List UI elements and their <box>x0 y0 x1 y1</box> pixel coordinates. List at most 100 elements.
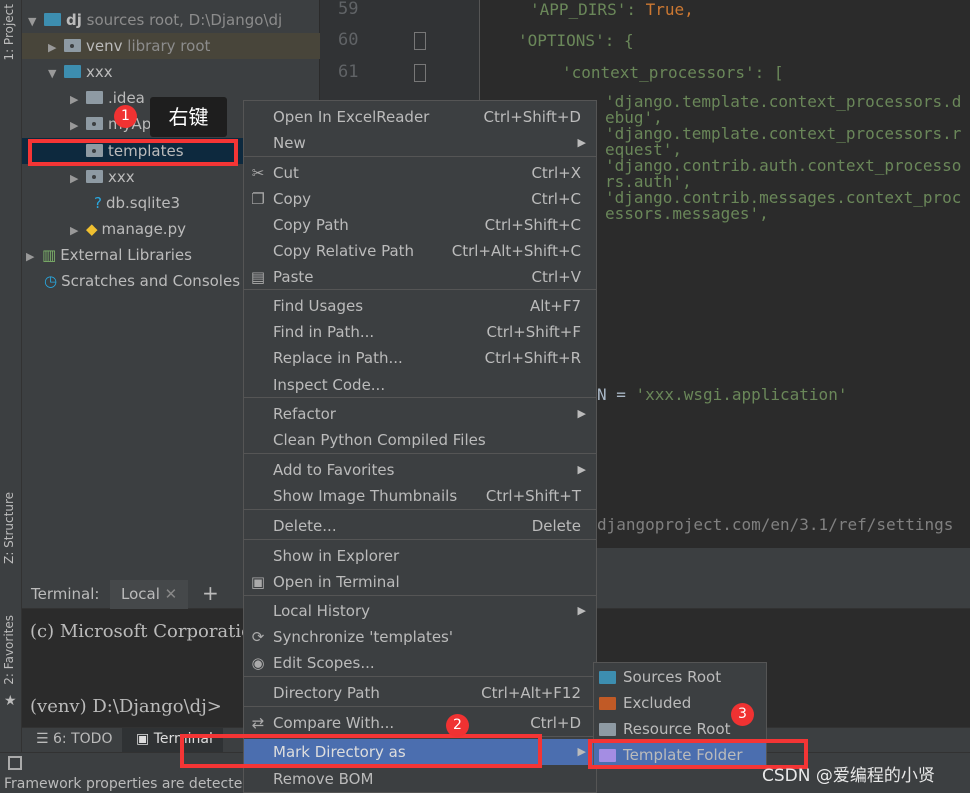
menu-item-find-usages[interactable]: Find Usages Alt+F7 <box>244 293 596 319</box>
menu-item-delete[interactable]: Delete... Delete <box>244 513 596 539</box>
menu-item-clean-python-compiled-files[interactable]: Clean Python Compiled Files <box>244 427 596 453</box>
menu-item-label: Find in Path... <box>273 323 375 341</box>
annotation-box-templates <box>28 139 238 166</box>
chevron-right-icon[interactable]: ▶ <box>70 218 86 244</box>
scope-icon: ◉ <box>251 654 265 672</box>
tree-item-venv[interactable]: ▶ venv library root <box>48 33 210 59</box>
new-terminal-button[interactable]: + <box>202 581 219 605</box>
tree-item-idea[interactable]: ▶ .idea <box>70 85 145 111</box>
menu-item-label: Show Image Thumbnails <box>273 487 458 505</box>
tree-item-scratches[interactable]: ◷ Scratches and Consoles <box>44 268 240 294</box>
fold-icon[interactable] <box>414 32 426 50</box>
left-tool-strip: 1: Project Z: Structure 2: Favorites ★ <box>0 0 22 793</box>
menu-item-copy-relative-path[interactable]: Copy Relative Path Ctrl+Alt+Shift+C <box>244 238 596 264</box>
menu-item-local-history[interactable]: Local History ▶ <box>244 598 596 624</box>
menu-item-paste[interactable]: ▤ Paste Ctrl+V <box>244 264 596 290</box>
code-line: 'django.template.context_processors.requ… <box>605 124 962 159</box>
watermark: CSDN @爱编程的小贤 <box>762 766 935 786</box>
menu-item-refactor[interactable]: Refactor ▶ <box>244 401 596 427</box>
menu-item-show-in-explorer[interactable]: Show in Explorer <box>244 543 596 569</box>
submenu-arrow-icon: ▶ <box>577 407 586 420</box>
python-file-icon: ◆ <box>86 220 98 238</box>
menu-item-shortcut: Ctrl+Shift+R <box>484 349 581 367</box>
terminal-icon: ▣ <box>250 573 266 591</box>
submenu-arrow-icon: ▶ <box>577 604 586 617</box>
menu-item-shortcut: Ctrl+X <box>531 164 581 182</box>
chevron-down-icon[interactable]: ▼ <box>28 9 44 35</box>
window-icon[interactable] <box>8 756 22 770</box>
chevron-right-icon[interactable]: ▶ <box>70 87 86 113</box>
tree-item-manage[interactable]: ▶ ◆ manage.py <box>70 216 186 242</box>
compare-icon: ⇄ <box>251 714 265 732</box>
folder-icon <box>64 39 81 52</box>
menu-item-replace-in-path[interactable]: Replace in Path... Ctrl+Shift+R <box>244 345 596 371</box>
terminal-label: Terminal: <box>31 585 100 603</box>
menu-item-directory-path[interactable]: Directory Path Ctrl+Alt+F12 <box>244 680 596 706</box>
folder-icon <box>86 117 103 130</box>
close-icon[interactable]: ✕ <box>165 585 178 603</box>
menu-item-show-image-thumbnails[interactable]: Show Image Thumbnails Ctrl+Shift+T <box>244 483 596 509</box>
folder-icon <box>86 91 103 104</box>
tree-label: xxx <box>108 168 135 186</box>
tab-structure[interactable]: Z: Structure <box>2 492 16 564</box>
menu-item-shortcut: Ctrl+Shift+C <box>484 216 581 234</box>
menu-item-label: Paste <box>273 268 314 286</box>
menu-item-find-in-path[interactable]: Find in Path... Ctrl+Shift+F <box>244 319 596 345</box>
menu-separator <box>244 509 596 510</box>
tree-item-xxx-sub[interactable]: ▶ xxx <box>70 164 135 190</box>
chevron-right-icon[interactable]: ▶ <box>70 166 86 192</box>
menu-item-inspect-code[interactable]: Inspect Code... <box>244 372 596 398</box>
menu-item-label: Refactor <box>273 405 336 423</box>
fold-icon[interactable] <box>414 64 426 82</box>
menu-item-label: Show in Explorer <box>273 547 400 565</box>
tree-item-external-libraries[interactable]: ▶ ▥ External Libraries <box>26 242 192 268</box>
folder-icon <box>599 671 616 684</box>
code-line: 'django.template.context_processors.debu… <box>605 92 962 127</box>
chevron-right-icon[interactable]: ▶ <box>48 35 64 61</box>
menu-item-add-to-favorites[interactable]: Add to Favorites ▶ <box>244 457 596 483</box>
chevron-down-icon[interactable]: ▼ <box>48 61 64 87</box>
menu-separator <box>244 156 596 157</box>
menu-item-label: Add to Favorites <box>273 461 395 479</box>
menu-item-label: Copy <box>273 190 312 208</box>
menu-separator <box>244 539 596 540</box>
tree-label: venv <box>86 37 123 55</box>
submenu-item-sources-root[interactable]: Sources Root <box>594 664 766 690</box>
scissors-icon: ✂ <box>251 164 265 182</box>
menu-item-synchronize-templates[interactable]: ⟳ Synchronize 'templates' <box>244 624 596 650</box>
tree-item-dj[interactable]: ▼ dj sources root, D:\Django\dj <box>28 7 282 33</box>
step-badge: 3 <box>731 703 754 726</box>
menu-item-open-in-excelreader[interactable]: Open In ExcelReader Ctrl+Shift+D <box>244 104 596 130</box>
chevron-right-icon[interactable]: ▶ <box>70 113 86 139</box>
menu-item-label: Remove BOM <box>273 770 374 788</box>
folder-icon <box>599 697 616 710</box>
terminal-tab-local[interactable]: Local ✕ <box>110 580 188 609</box>
submenu-arrow-icon: ▶ <box>577 463 586 476</box>
menu-item-label: Clean Python Compiled Files <box>273 431 486 449</box>
step-badge: 1 <box>114 105 137 128</box>
chevron-right-icon[interactable]: ▶ <box>26 244 42 270</box>
menu-item-remove-bom[interactable]: Remove BOM <box>244 766 596 792</box>
menu-item-edit-scopes[interactable]: ◉ Edit Scopes... <box>244 650 596 676</box>
tree-item-xxx[interactable]: ▼ xxx <box>48 59 113 85</box>
submenu-arrow-icon: ▶ <box>577 136 586 149</box>
clipboard-icon: ▤ <box>250 268 266 286</box>
menu-item-shortcut: Ctrl+Shift+F <box>486 323 581 341</box>
menu-item-copy[interactable]: ❐ Copy Ctrl+C <box>244 186 596 212</box>
menu-item-shortcut: Ctrl+V <box>531 268 581 286</box>
menu-item-cut[interactable]: ✂ Cut Ctrl+X <box>244 160 596 186</box>
tab-project[interactable]: 1: Project <box>2 4 16 61</box>
menu-item-open-in-terminal[interactable]: ▣ Open in Terminal <box>244 569 596 595</box>
tab-favorites[interactable]: 2: Favorites <box>2 615 16 685</box>
line-number: 60 <box>338 30 359 50</box>
menu-item-shortcut: Ctrl+Alt+F12 <box>481 684 581 702</box>
menu-item-new[interactable]: New ▶ <box>244 130 596 156</box>
menu-item-compare-with[interactable]: ⇄ Compare With... Ctrl+D <box>244 710 596 736</box>
menu-item-label: New <box>273 134 306 152</box>
menu-item-copy-path[interactable]: Copy Path Ctrl+Shift+C <box>244 212 596 238</box>
tab-todo[interactable]: ☰ 6: TODO <box>36 731 112 747</box>
menu-separator <box>244 676 596 677</box>
tree-item-db[interactable]: ? db.sqlite3 <box>94 190 180 216</box>
menu-item-label: Cut <box>273 164 299 182</box>
menu-item-shortcut: Ctrl+D <box>530 714 581 732</box>
